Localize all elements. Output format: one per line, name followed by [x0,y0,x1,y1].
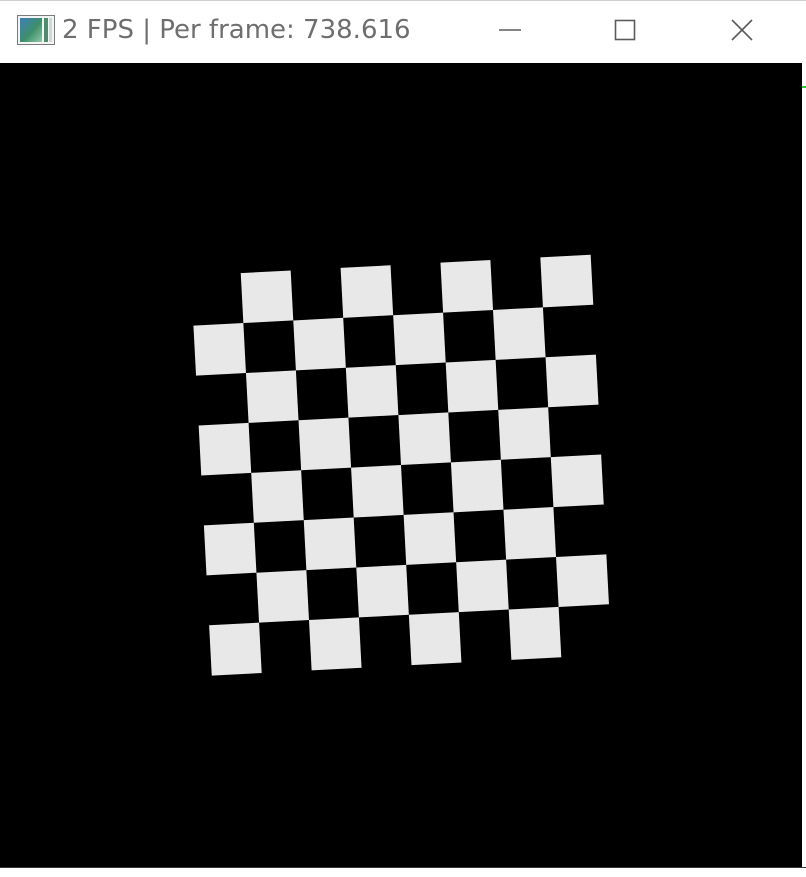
render-viewport[interactable] [0,63,802,867]
board-square-light [508,606,562,660]
board-square-dark [290,267,344,321]
board-square-dark [390,262,444,316]
board-square-dark [190,273,244,327]
board-square-light [245,370,299,424]
window-border-bottom [0,867,806,877]
board-square-light [308,617,362,671]
board-square-light [550,454,604,508]
app-icon [17,15,55,45]
board-square-light [298,417,352,471]
board-square-dark [558,604,612,658]
board-square-dark [553,504,607,558]
board-square-light [256,570,310,624]
checkerboard [190,254,612,676]
board-square-dark [253,520,307,574]
board-square-light [440,260,494,313]
board-square-light [408,612,462,666]
board-square-light [203,522,257,576]
board-square-light [450,459,504,513]
board-square-dark [353,514,407,568]
maximize-icon [614,19,636,41]
board-square-light [540,254,594,308]
board-square-dark [443,309,497,363]
checkerboard-scene [0,63,802,867]
board-square-dark [343,315,397,369]
maximize-button[interactable] [567,1,683,59]
board-square-light [556,554,609,608]
board-square-dark [295,367,349,421]
board-square-light [209,622,263,676]
board-square-dark [495,357,549,411]
board-square-dark [500,457,554,511]
board-square-dark [448,409,502,463]
board-square-light [498,407,552,461]
title-bar[interactable]: 2 FPS | Per frame: 738.616 [0,0,806,63]
minimize-icon [498,18,522,42]
board-square-light [340,265,394,319]
board-square-dark [453,509,507,563]
board-square-light [403,512,457,566]
board-square-dark [401,462,454,516]
board-square-light [198,422,252,476]
app-window: 2 FPS | Per frame: 738.616 [0,0,806,877]
window-border-right [802,63,806,877]
board-square-dark [542,304,596,358]
board-square-dark [196,372,250,426]
board-square-dark [506,556,560,610]
board-square-light [445,359,499,413]
minimize-button[interactable] [452,1,568,59]
board-square-light [356,564,410,618]
board-square-light [240,270,294,324]
board-square-dark [248,420,302,474]
board-square-light [193,323,247,377]
board-square-dark [395,362,449,416]
board-square-light [493,307,546,361]
board-square-light [398,412,452,466]
board-square-dark [306,567,360,621]
close-icon [730,18,754,42]
board-square-light [545,354,599,408]
board-square-dark [458,609,512,663]
board-square-light [503,507,557,561]
board-square-dark [201,472,255,526]
edge-marker [802,86,806,88]
board-square-light [456,559,510,613]
board-square-dark [490,257,544,311]
board-square-dark [301,467,355,521]
board-square-dark [259,620,313,673]
board-square-light [393,312,447,366]
board-square-dark [243,320,297,374]
close-button[interactable] [684,1,800,59]
window-title: 2 FPS | Per frame: 738.616 [62,15,411,45]
board-square-light [251,470,305,524]
board-square-light [345,365,399,419]
board-square-dark [548,404,602,458]
board-square-dark [206,572,260,626]
board-square-dark [348,415,402,469]
board-square-light [303,517,357,571]
board-square-light [351,464,405,518]
board-square-light [293,317,347,371]
board-square-dark [358,614,412,668]
board-square-dark [406,562,460,616]
